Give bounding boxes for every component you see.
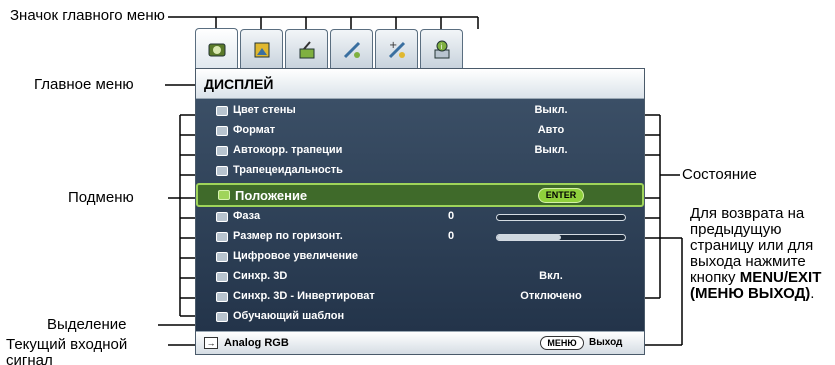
- menu-item-label: Синхр. 3D - Инвертироват: [233, 290, 375, 302]
- submenu-list: Цвет стены Выкл. Формат Авто Автокорр. т…: [196, 99, 644, 331]
- svg-text:i: i: [440, 43, 442, 51]
- menu-item-aspect-ratio[interactable]: Формат Авто: [196, 121, 644, 141]
- aspect-ratio-icon: [216, 126, 228, 136]
- menu-item-wall-color[interactable]: Цвет стены Выкл.: [196, 101, 644, 121]
- menu-item-label: Формат: [233, 124, 276, 136]
- picture-tab[interactable]: [240, 29, 283, 69]
- menu-item-value: Авто: [537, 124, 565, 136]
- system-setup-basic-icon: [343, 41, 360, 58]
- menu-item-h-size[interactable]: Размер по горизонт. 0: [196, 227, 644, 247]
- menu-button[interactable]: МЕНЮ: [540, 336, 584, 350]
- system-setup-basic-tab[interactable]: [330, 29, 373, 69]
- keystone-icon: [216, 166, 228, 176]
- 3d-sync-icon: [216, 272, 228, 282]
- h-size-slider[interactable]: [496, 234, 626, 241]
- menu-item-value: Выкл.: [534, 144, 568, 156]
- information-tab[interactable]: i: [420, 29, 463, 69]
- menu-item-3d-sync[interactable]: Синхр. 3D Вкл.: [196, 267, 644, 287]
- auto-keystone-icon: [216, 146, 228, 156]
- exit-label: Выход: [589, 337, 623, 348]
- annotation-return: Для возврата на предыдущую страницу или …: [690, 206, 830, 302]
- menu-title: ДИСПЛЕЙ: [204, 76, 274, 92]
- menu-item-label: Размер по горизонт.: [233, 230, 343, 242]
- menu-item-value: Отключено: [520, 290, 582, 302]
- svg-text:+: +: [389, 40, 397, 51]
- menu-item-label: Обучающий шаблон: [233, 310, 345, 322]
- osd-menu-panel: ДИСПЛЕЙ Цвет стены Выкл. Формат Авто Авт…: [195, 68, 645, 355]
- menu-item-label: Фаза: [233, 210, 261, 222]
- teaching-template-icon: [216, 312, 228, 322]
- menu-item-value: Вкл.: [539, 270, 563, 282]
- menu-item-label: Синхр. 3D: [233, 270, 288, 282]
- annotation-status: Состояние: [682, 166, 757, 183]
- menu-title-bar: ДИСПЛЕЙ: [196, 69, 644, 99]
- annotation-submenu: Подменю: [68, 189, 134, 206]
- menu-item-position-highlighted[interactable]: Положение ENTER: [196, 183, 644, 207]
- source-tab[interactable]: [285, 29, 328, 69]
- menu-item-label: Положение: [235, 188, 308, 203]
- annotation-return-suffix: .: [810, 285, 815, 302]
- annotation-main-menu: Главное меню: [34, 76, 134, 93]
- menu-item-value: 0: [447, 210, 455, 222]
- menu-item-label: Автокорр. трапеции: [233, 144, 343, 156]
- system-setup-advanced-tab[interactable]: +: [375, 29, 418, 69]
- phase-slider[interactable]: [496, 214, 626, 221]
- picture-icon: [254, 42, 269, 57]
- enter-badge[interactable]: ENTER: [538, 188, 584, 203]
- menu-item-value: 0: [447, 230, 455, 242]
- menu-item-label: Трапецеидальность: [233, 164, 343, 176]
- menu-item-keystone[interactable]: Трапецеидальность: [196, 161, 644, 181]
- position-icon: [218, 190, 230, 200]
- system-setup-advanced-icon: +: [388, 40, 405, 58]
- display-icon: [208, 43, 225, 56]
- menu-item-teaching-template[interactable]: Обучающий шаблон: [196, 307, 644, 327]
- slider-fill: [497, 235, 561, 240]
- annotation-highlight: Выделение: [47, 316, 127, 333]
- menu-item-phase[interactable]: Фаза 0: [196, 207, 644, 227]
- menu-item-3d-sync-invert[interactable]: Синхр. 3D - Инвертироват Отключено: [196, 287, 644, 307]
- status-bar: → Analog RGB МЕНЮ Выход: [196, 331, 644, 354]
- 3d-sync-invert-icon: [216, 292, 228, 302]
- menu-item-label: Цифровое увеличение: [233, 250, 359, 262]
- wall-color-icon: [216, 106, 228, 116]
- annotation-main-menu-icon: Значок главного меню: [10, 7, 165, 24]
- source-icon: [299, 40, 314, 58]
- current-input-source: Analog RGB: [224, 337, 289, 349]
- menu-item-digital-zoom[interactable]: Цифровое увеличение: [196, 247, 644, 267]
- menu-item-value: Выкл.: [534, 104, 568, 116]
- display-tab[interactable]: [195, 28, 238, 70]
- menu-item-label: Цвет стены: [233, 104, 296, 116]
- h-size-icon: [216, 232, 228, 242]
- digital-zoom-icon: [216, 252, 228, 262]
- information-icon: i: [434, 40, 449, 58]
- input-source-icon: →: [204, 337, 218, 349]
- annotation-current-input: Текущий входной сигнал: [6, 336, 128, 365]
- phase-icon: [216, 212, 228, 222]
- menu-item-auto-keystone[interactable]: Автокорр. трапеции Выкл.: [196, 141, 644, 161]
